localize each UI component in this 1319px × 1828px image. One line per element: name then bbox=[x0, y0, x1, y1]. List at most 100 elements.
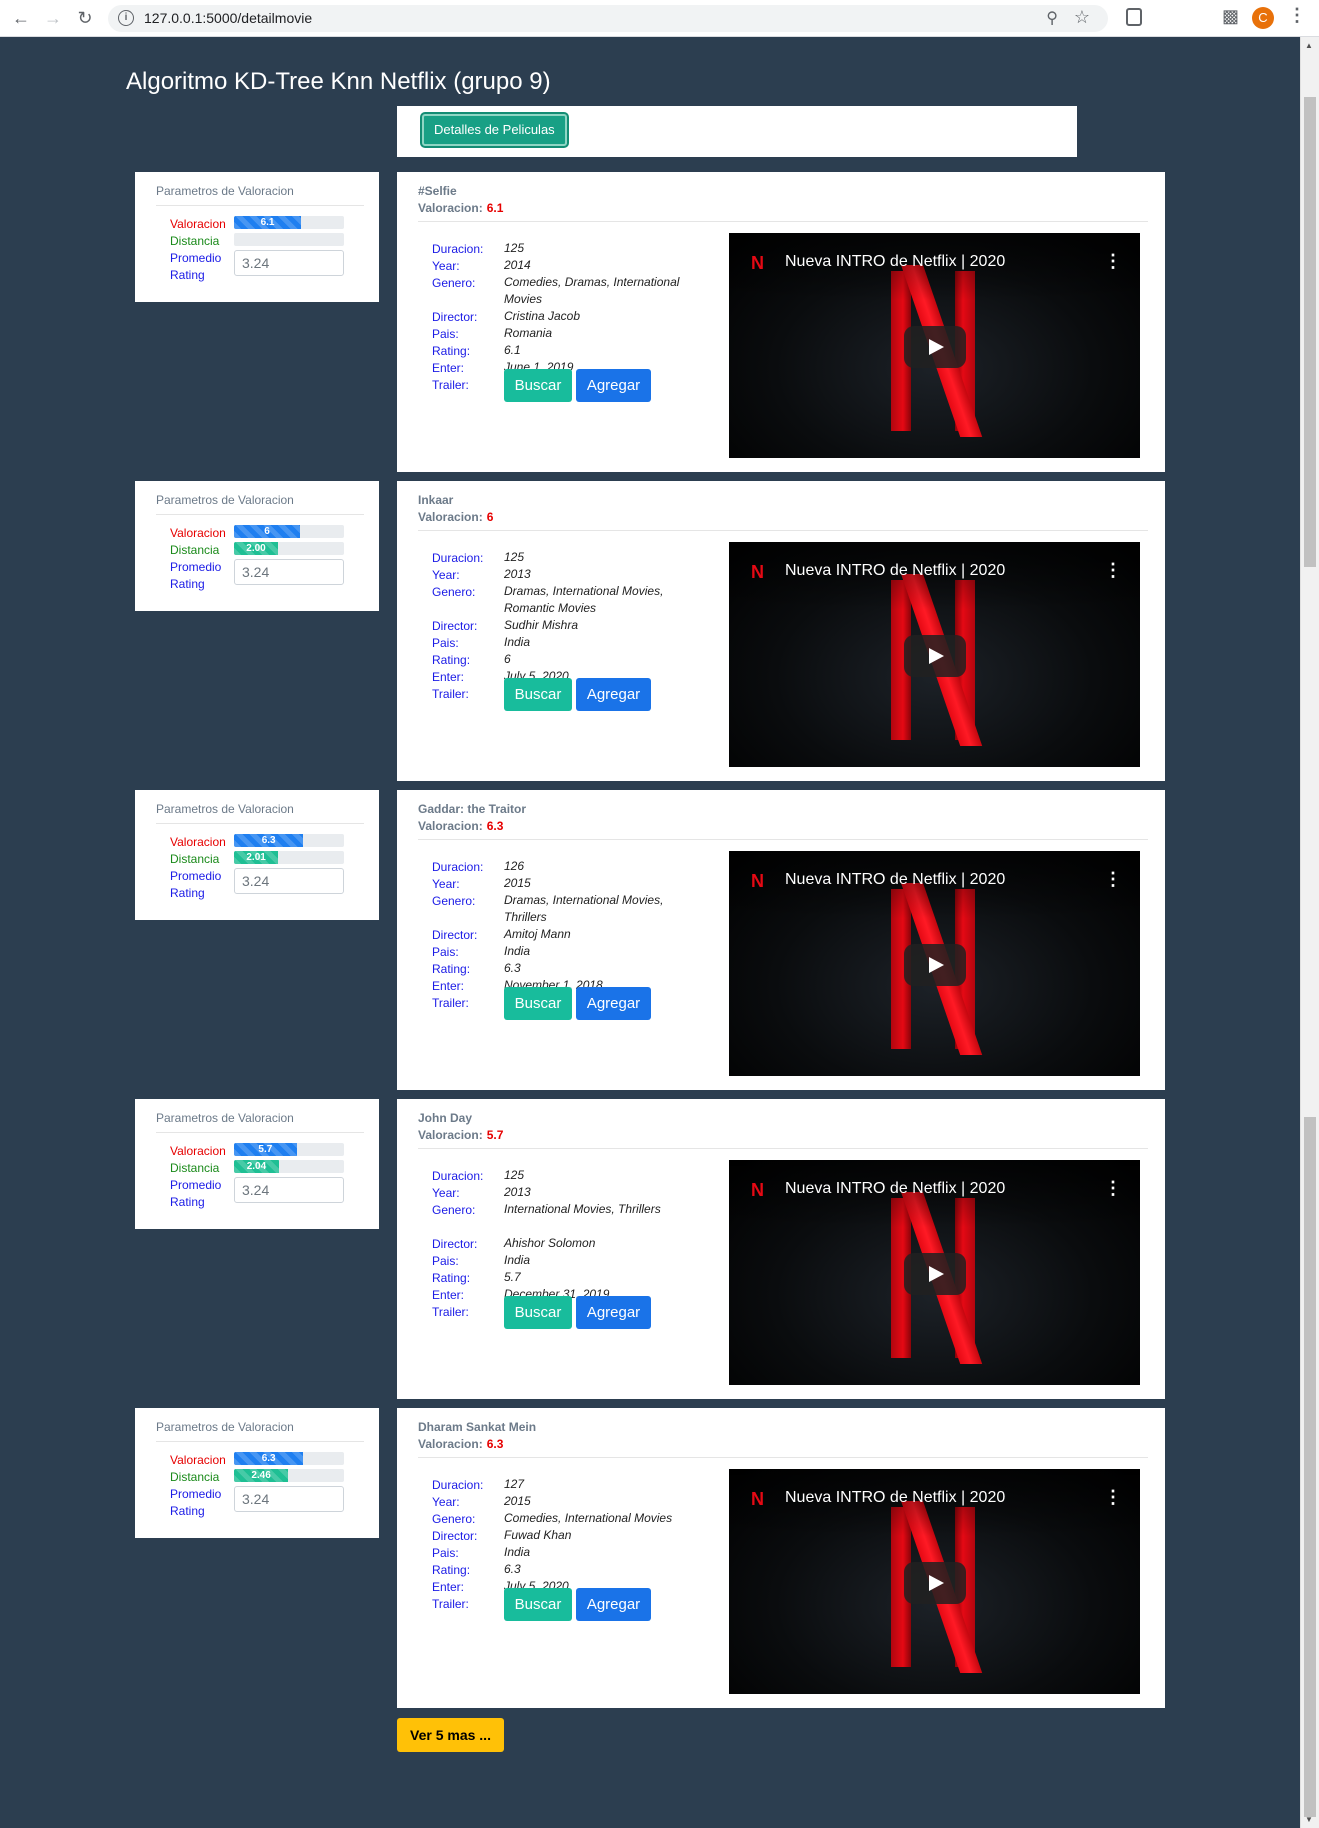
enter-label: Enter: bbox=[432, 670, 465, 684]
year-label: Year: bbox=[432, 1186, 460, 1200]
promedio-rating-input[interactable]: 3.24 bbox=[234, 559, 344, 585]
divider bbox=[156, 514, 364, 515]
rating-label: Rating: bbox=[432, 653, 471, 667]
trailer-video-player[interactable]: N Nueva INTRO de Netflix | 2020 ⋮ bbox=[729, 851, 1140, 1076]
video-more-icon[interactable]: ⋮ bbox=[1104, 1178, 1122, 1199]
scroll-down-arrow-icon[interactable]: ▼ bbox=[1305, 1815, 1313, 1824]
site-info-icon[interactable]: i bbox=[118, 10, 134, 26]
play-triangle bbox=[929, 957, 944, 973]
rating-value: 6.3 bbox=[504, 1562, 521, 1576]
rating-params-card: Parametros de Valoracion Valoracion 6.3 … bbox=[135, 790, 379, 920]
trailer-video-player[interactable]: N Nueva INTRO de Netflix | 2020 ⋮ bbox=[729, 233, 1140, 458]
director-label: Director: bbox=[432, 928, 478, 942]
valoracion-value: 6.3 bbox=[486, 1437, 504, 1451]
browser-menu-icon[interactable]: ⋮ bbox=[1288, 5, 1306, 26]
promedio-label: Promedio bbox=[170, 251, 222, 265]
url-text[interactable]: 127.0.0.1:5000/detailmovie bbox=[144, 10, 312, 26]
extensions-puzzle-icon[interactable]: ▩ bbox=[1222, 6, 1239, 27]
buscar-button[interactable]: Buscar bbox=[504, 369, 572, 402]
netflix-channel-icon[interactable]: N bbox=[751, 562, 764, 583]
video-title[interactable]: Nueva INTRO de Netflix | 2020 bbox=[785, 871, 1005, 889]
buscar-button[interactable]: Buscar bbox=[504, 678, 572, 711]
valoracion-label: Valoracion bbox=[170, 835, 226, 849]
rating-params-card: Parametros de Valoracion Valoracion 6.1 … bbox=[135, 172, 379, 302]
netflix-channel-icon[interactable]: N bbox=[751, 1489, 764, 1510]
agregar-button[interactable]: Agregar bbox=[576, 1296, 651, 1329]
trailer-video-player[interactable]: N Nueva INTRO de Netflix | 2020 ⋮ bbox=[729, 1469, 1140, 1694]
trailer-video-player[interactable]: N Nueva INTRO de Netflix | 2020 ⋮ bbox=[729, 1160, 1140, 1385]
valoracion-head-label: Valoracion: bbox=[418, 1437, 483, 1451]
distancia-progress: 2.00 bbox=[234, 542, 344, 555]
bookmark-star-icon[interactable]: ☆ bbox=[1074, 7, 1090, 28]
buscar-button[interactable]: Buscar bbox=[504, 1588, 572, 1621]
movie-card: Dharam Sankat Mein Valoracion: 6.3 Duraci… bbox=[397, 1408, 1165, 1708]
zoom-icon[interactable]: ⚲ bbox=[1046, 8, 1058, 28]
buscar-button[interactable]: Buscar bbox=[504, 1296, 572, 1329]
valoracion-head-label: Valoracion: bbox=[418, 510, 483, 524]
extension-icon[interactable] bbox=[1126, 8, 1142, 26]
promedio-rating-input[interactable]: 3.24 bbox=[234, 1486, 344, 1512]
params-title: Parametros de Valoracion bbox=[156, 802, 294, 816]
play-triangle bbox=[929, 1575, 944, 1591]
video-title[interactable]: Nueva INTRO de Netflix | 2020 bbox=[785, 562, 1005, 580]
tab-detalles-peliculas[interactable]: Detalles de Peliculas bbox=[422, 114, 567, 146]
netflix-channel-icon[interactable]: N bbox=[751, 871, 764, 892]
agregar-button[interactable]: Agregar bbox=[576, 1588, 651, 1621]
movie-title: John Day bbox=[418, 1111, 473, 1125]
reload-icon[interactable]: ↻ bbox=[74, 8, 96, 30]
video-more-icon[interactable]: ⋮ bbox=[1104, 1487, 1122, 1508]
page-scrollbar[interactable]: ▲ ▼ bbox=[1300, 37, 1319, 1828]
genero-label: Genero: bbox=[432, 276, 476, 290]
movie-title: Dharam Sankat Mein bbox=[418, 1420, 537, 1434]
agregar-button[interactable]: Agregar bbox=[576, 369, 651, 402]
enter-label: Enter: bbox=[432, 1580, 465, 1594]
video-more-icon[interactable]: ⋮ bbox=[1104, 251, 1122, 272]
trailer-label: Trailer: bbox=[432, 378, 469, 392]
play-button-icon[interactable] bbox=[904, 944, 966, 986]
distancia-progress: 2.46 bbox=[234, 1469, 344, 1482]
distancia-progress-fill: 2.01 bbox=[234, 851, 279, 864]
play-button-icon[interactable] bbox=[904, 1562, 966, 1604]
video-title[interactable]: Nueva INTRO de Netflix | 2020 bbox=[785, 1180, 1005, 1198]
promedio-label: Promedio bbox=[170, 560, 222, 574]
genero-label: Genero: bbox=[432, 1512, 476, 1526]
promedio-rating-input[interactable]: 3.24 bbox=[234, 1177, 344, 1203]
duracion-value: 126 bbox=[504, 859, 525, 873]
rating-label: Rating: bbox=[432, 962, 471, 976]
distancia-progress: 2.01 bbox=[234, 851, 344, 864]
agregar-button[interactable]: Agregar bbox=[576, 987, 651, 1020]
video-title[interactable]: Nueva INTRO de Netflix | 2020 bbox=[785, 253, 1005, 271]
scrollbar-thumb[interactable] bbox=[1304, 97, 1316, 567]
agregar-button[interactable]: Agregar bbox=[576, 678, 651, 711]
play-triangle bbox=[929, 339, 944, 355]
pais-label: Pais: bbox=[432, 327, 459, 341]
video-more-icon[interactable]: ⋮ bbox=[1104, 869, 1122, 890]
address-bar[interactable]: i 127.0.0.1:5000/detailmovie ⚲ ☆ bbox=[108, 5, 1108, 32]
valoracion-progress: 5.7 bbox=[234, 1143, 344, 1156]
forward-arrow-icon[interactable]: → bbox=[42, 8, 64, 30]
rating-value: 6 bbox=[504, 652, 511, 666]
play-button-icon[interactable] bbox=[904, 635, 966, 677]
valoracion-value: 6.3 bbox=[486, 819, 504, 833]
netflix-channel-icon[interactable]: N bbox=[751, 253, 764, 274]
movie-valoracion: Valoracion: 6.3 bbox=[418, 1437, 503, 1451]
distancia-label: Distancia bbox=[170, 1470, 220, 1484]
trailer-video-player[interactable]: N Nueva INTRO de Netflix | 2020 ⋮ bbox=[729, 542, 1140, 767]
ver-mas-button[interactable]: Ver 5 mas ... bbox=[397, 1718, 504, 1752]
profile-avatar[interactable]: C bbox=[1252, 7, 1274, 29]
valoracion-progress-fill: 6 bbox=[234, 525, 300, 538]
netflix-channel-icon[interactable]: N bbox=[751, 1180, 764, 1201]
back-arrow-icon[interactable]: ← bbox=[10, 8, 32, 30]
buscar-button[interactable]: Buscar bbox=[504, 987, 572, 1020]
promedio-rating-input[interactable]: 3.24 bbox=[234, 868, 344, 894]
genero-label: Genero: bbox=[432, 894, 476, 908]
director-value: Cristina Jacob bbox=[504, 309, 581, 323]
promedio-rating-input[interactable]: 3.24 bbox=[234, 250, 344, 276]
rating-label: Rating: bbox=[432, 1563, 471, 1577]
scroll-up-arrow-icon[interactable]: ▲ bbox=[1305, 41, 1313, 50]
play-button-icon[interactable] bbox=[904, 1253, 966, 1295]
movie-card: #Selfie Valoracion: 6.1 Duracion: 125 Year:… bbox=[397, 172, 1165, 472]
video-title[interactable]: Nueva INTRO de Netflix | 2020 bbox=[785, 1489, 1005, 1507]
video-more-icon[interactable]: ⋮ bbox=[1104, 560, 1122, 581]
play-button-icon[interactable] bbox=[904, 326, 966, 368]
